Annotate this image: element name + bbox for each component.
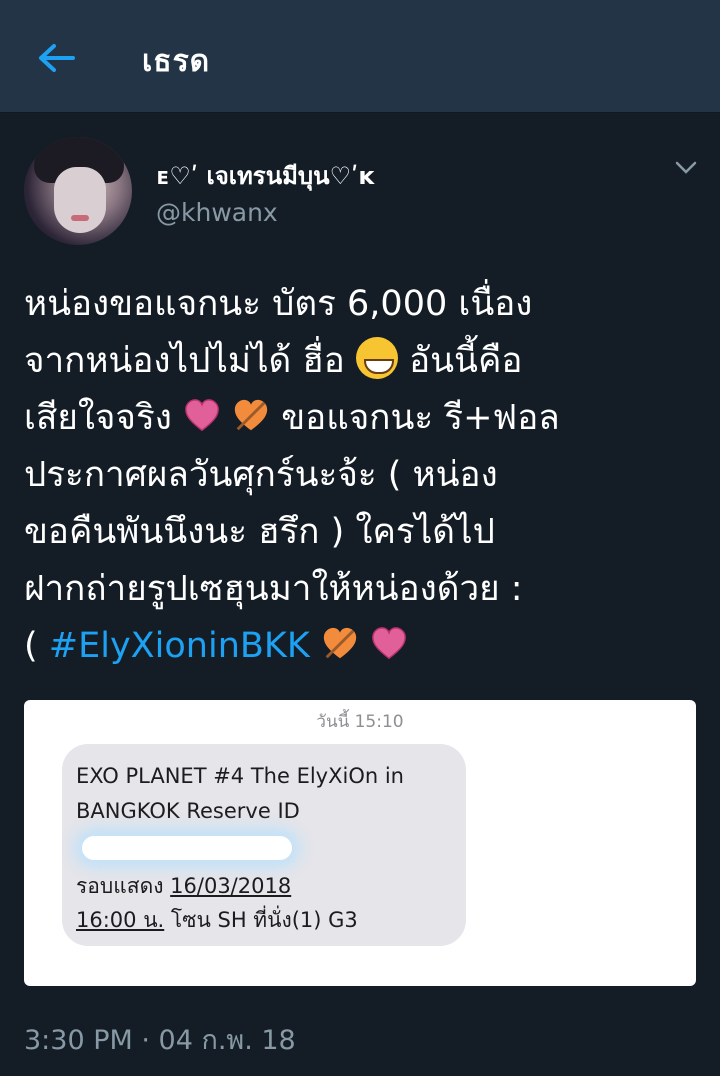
- tweet-text-segment: เสียใจจริง: [24, 398, 172, 438]
- tweet-text-segment: จากหน่องไปไม่ได้ ฮื่อ: [24, 341, 345, 381]
- tweet-line: ( #ElyXioninBKK: [24, 618, 704, 675]
- tweet-text: หน่องขอแจกนะ บัตร 6,000 เนื่อง จากหน่องไ…: [24, 276, 704, 675]
- show-time: 16:00 น.: [76, 908, 165, 932]
- redacted-reserve-id: [82, 836, 292, 860]
- tweet-line: จากหน่องไปไม่ได้ ฮื่อ อันนี้คือ: [24, 333, 704, 390]
- show-date: 16/03/2018: [170, 874, 292, 898]
- more-options-button[interactable]: [668, 150, 704, 186]
- tweet-text-segment: อันนี้คือ: [409, 341, 523, 381]
- tweet-line: เสียใจจริง ขอแจกนะ รี+ฟอล: [24, 390, 704, 447]
- sms-text-line: 16:00 น. โซน SH ที่นั่ง(1) G3: [76, 904, 358, 937]
- tweet-text-segment: ขอแจกนะ รี+ฟอล: [281, 398, 560, 438]
- hashtag-link[interactable]: #ElyXioninBKK: [49, 626, 310, 666]
- arrow-left-icon: [39, 44, 75, 72]
- chevron-down-icon: [675, 161, 697, 174]
- tweet-line: ขอคืนพันนึงนะ ฮรึก ) ใครได้ไป: [24, 512, 495, 552]
- sms-text-line: BANGKOK Reserve ID: [76, 799, 300, 823]
- heart-icon: [185, 399, 219, 432]
- tweet-text-segment: (: [24, 626, 38, 666]
- heart-icon: [372, 627, 406, 660]
- heart-with-arrow-icon: [323, 627, 357, 659]
- tweet-line: ฝากถ่ายรูปเซฮุนมาให้หน่องด้วย :: [24, 569, 523, 609]
- back-button[interactable]: [30, 36, 82, 80]
- tweet-timestamp: 3:30 PM · 04 ก.พ. 18: [24, 1025, 296, 1056]
- tweet-line: ประกาศผลวันศุกร์นะจ้ะ ( หน่อง: [24, 455, 498, 495]
- show-round-label: รอบแสดง: [76, 874, 164, 898]
- seat-info: โซน SH ที่นั่ง(1) G3: [170, 908, 358, 932]
- tweet-line: หน่องขอแจกนะ บัตร 6,000 เนื่อง: [24, 284, 533, 324]
- page-title: เธรด: [142, 44, 211, 79]
- avatar[interactable]: [24, 137, 132, 245]
- sms-text-line: EXO PLANET #4 The ElyXiOn in: [76, 764, 404, 788]
- face-with-tears-of-joy-icon: [355, 337, 398, 379]
- sms-time-label: วันนี้ 15:10: [316, 712, 404, 732]
- tweet-media-image[interactable]: วันนี้ 15:10 EXO PLANET #4 The ElyXiOn i…: [24, 700, 696, 986]
- heart-with-arrow-icon: [234, 399, 268, 431]
- top-bar: เธรด: [0, 0, 720, 113]
- user-handle[interactable]: @khwanx: [156, 198, 278, 227]
- sms-text-line: รอบแสดง 16/03/2018: [76, 870, 291, 903]
- display-name[interactable]: ᴇ♡ʹ เจเทรนมีบุน♡ʹᴋ: [156, 156, 374, 195]
